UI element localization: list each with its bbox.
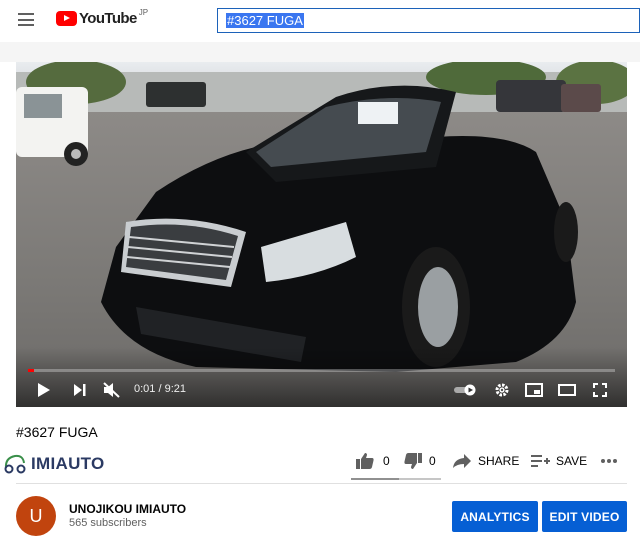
youtube-logo[interactable]: YouTube JP [56,8,149,27]
channel-name[interactable]: UNOJIKOU IMIAUTO [69,502,186,516]
logo-text: YouTube [79,10,137,27]
progress-bar[interactable] [28,369,615,372]
dislike-count: 0 [429,454,436,468]
playlist-add-icon [531,455,550,467]
autoplay-toggle-icon[interactable] [453,380,479,400]
play-icon[interactable] [36,380,52,400]
analytics-button[interactable]: ANALYTICS [452,501,538,532]
header-spacer [0,42,640,62]
mute-icon[interactable] [102,380,122,400]
search-input[interactable]: #3627 FUGA [217,8,640,33]
sentiment-fill [351,478,399,480]
miniplayer-icon[interactable] [524,380,544,400]
video-frame-white-truck [16,87,88,166]
share-button[interactable]: SHARE [452,450,519,472]
share-label: SHARE [478,454,520,468]
save-button[interactable]: SAVE [530,450,587,472]
like-button[interactable]: 0 [355,450,390,472]
video-frame-car [101,85,578,372]
like-count: 0 [383,454,390,468]
video-player[interactable]: 0:01 / 9:21 [16,62,627,407]
settings-icon[interactable] [493,380,511,400]
fullscreen-icon[interactable] [591,380,609,400]
dislike-button[interactable]: 0 [403,450,436,472]
next-icon[interactable] [72,380,88,400]
channel-watermark: IMIAUTO [3,452,143,476]
progress-fill [28,369,34,372]
edit-video-button[interactable]: EDIT VIDEO [542,501,627,532]
more-actions-icon[interactable] [600,450,618,472]
save-label: SAVE [556,454,588,468]
section-divider [16,483,627,484]
time-display: 0:01 / 9:21 [134,383,186,395]
youtube-play-icon [56,11,77,26]
subscriber-count: 565 subscribers [69,517,147,529]
logo-region: JP [138,8,149,17]
search-value: #3627 FUGA [226,13,304,28]
share-icon [453,454,471,468]
hamburger-menu-icon[interactable] [18,13,34,26]
thumbs-down-icon [404,453,422,469]
top-bar: YouTube JP #3627 FUGA [0,0,640,40]
video-title: #3627 FUGA [16,424,98,440]
thumbs-up-icon [356,453,374,469]
car-logo-icon [4,454,26,474]
theater-icon[interactable] [557,380,577,400]
channel-avatar[interactable]: U [16,496,56,536]
sentiment-bar [351,478,441,480]
watermark-text: IMIAUTO [31,454,105,473]
